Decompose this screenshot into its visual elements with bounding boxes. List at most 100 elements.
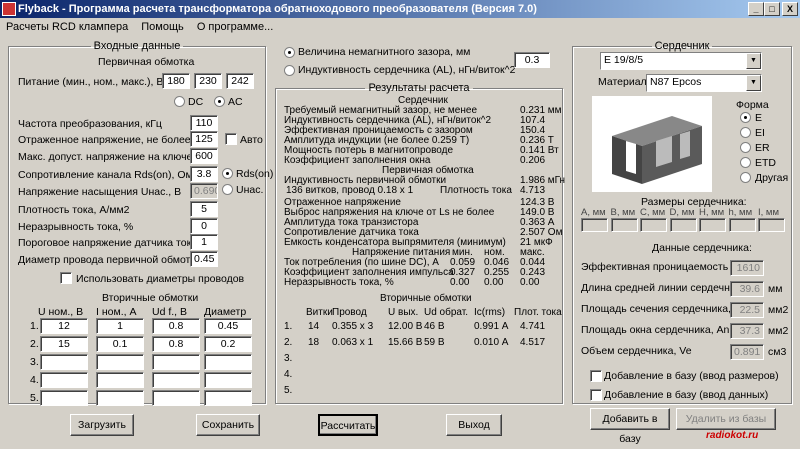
menu-about[interactable]: О программе... bbox=[197, 21, 273, 33]
disc-input[interactable]: 0 bbox=[190, 218, 218, 234]
dc-radio[interactable] bbox=[174, 96, 185, 107]
supply-min-input[interactable]: 180 bbox=[162, 73, 190, 89]
sec-ud-input[interactable]: 0.8 bbox=[152, 318, 200, 334]
sec-i-input[interactable]: 0.1 bbox=[96, 336, 144, 352]
res-supply-max: 0.00 bbox=[520, 277, 540, 288]
sec-i-input[interactable] bbox=[96, 390, 144, 406]
sense-input[interactable]: 1 bbox=[190, 234, 218, 250]
add-to-db-button[interactable]: Добавить в базу bbox=[590, 408, 670, 445]
save-file-button[interactable]: Сохранить bbox=[196, 414, 260, 436]
load-button[interactable]: Загрузить bbox=[70, 414, 134, 436]
core-data-label: Эффективная проницаемость bbox=[581, 261, 729, 273]
material-dropdown-icon[interactable]: ▼ bbox=[746, 75, 761, 91]
dim-input[interactable] bbox=[669, 218, 697, 232]
sec-u-input[interactable]: 12 bbox=[40, 318, 88, 334]
close-button[interactable]: X bbox=[782, 2, 798, 16]
dim-input[interactable] bbox=[728, 218, 756, 232]
delete-from-db-button[interactable]: Удалить из базы bbox=[676, 408, 776, 430]
vmax-input[interactable]: 600 bbox=[190, 148, 218, 164]
sec-row-number: 1. bbox=[30, 320, 39, 332]
core-type-value: E 19/8/5 bbox=[604, 54, 644, 66]
window-title: Flyback - Программа расчета трансформато… bbox=[18, 3, 537, 15]
res-sec-cell: 18 bbox=[308, 337, 320, 348]
core-type-select[interactable]: E 19/8/5 ▼ bbox=[600, 52, 762, 70]
sec-i-input[interactable] bbox=[96, 372, 144, 388]
sec-ud-input[interactable]: 0.8 bbox=[152, 336, 200, 352]
sec-ud-input[interactable] bbox=[152, 390, 200, 406]
gap-input[interactable]: 0.3 bbox=[514, 52, 550, 68]
shape-label: E bbox=[755, 112, 763, 124]
sec-u-input[interactable] bbox=[40, 390, 88, 406]
core-data-unit: см3 bbox=[768, 346, 787, 358]
sec-d-input[interactable] bbox=[204, 390, 252, 406]
sec-row-number: 4. bbox=[30, 374, 39, 386]
auto-checkbox[interactable] bbox=[225, 133, 237, 145]
add-data-checkbox[interactable] bbox=[590, 389, 602, 401]
dim-input[interactable] bbox=[610, 218, 638, 232]
sec-i-input[interactable]: 1 bbox=[96, 318, 144, 334]
usat-radio[interactable] bbox=[222, 184, 233, 195]
dim-input[interactable] bbox=[699, 218, 726, 232]
add-sizes-checkbox[interactable] bbox=[590, 370, 602, 382]
sec-u-input[interactable] bbox=[40, 372, 88, 388]
sec-d-input[interactable] bbox=[204, 354, 252, 370]
res-prim-row1-label: Плотность тока bbox=[440, 185, 512, 196]
rds-label: Сопротивление канала Rds(on), Ом bbox=[18, 169, 193, 181]
shape-radio[interactable] bbox=[740, 127, 751, 138]
rds-option-label: Rds(on) bbox=[236, 168, 274, 180]
res-sec-cell: 4.741 bbox=[520, 321, 546, 332]
dc-label: DC bbox=[188, 96, 204, 108]
core-type-dropdown-icon[interactable]: ▼ bbox=[746, 53, 761, 69]
supply-max-input[interactable]: 242 bbox=[226, 73, 254, 89]
res-sec-cell: 14 bbox=[308, 321, 320, 332]
add-data-label: Добавление в базу (ввод данных) bbox=[604, 389, 769, 401]
core-legend: Сердечник bbox=[654, 40, 710, 52]
sec-d-input[interactable] bbox=[204, 372, 252, 388]
exit-button[interactable]: Выход bbox=[446, 414, 502, 436]
refl-label: Отраженное напряжение, не более, В bbox=[18, 134, 204, 146]
dim-input[interactable] bbox=[581, 218, 608, 232]
sec-ud-input[interactable] bbox=[152, 354, 200, 370]
sec-ud-input[interactable] bbox=[152, 372, 200, 388]
res-sec-cell: 5. bbox=[284, 385, 293, 396]
minimize-button[interactable]: _ bbox=[748, 2, 764, 16]
calculate-button[interactable]: Рассчитать bbox=[318, 414, 378, 436]
shape-radio[interactable] bbox=[740, 142, 751, 153]
rds-input[interactable]: 3.8 bbox=[190, 166, 218, 182]
ac-label: AC bbox=[228, 96, 243, 108]
sec-d-input[interactable]: 0.45 bbox=[204, 318, 252, 334]
res-sec-header: Плот. тока bbox=[514, 307, 562, 318]
dim-label: I, мм bbox=[758, 207, 779, 218]
menu-help[interactable]: Помощь bbox=[141, 21, 184, 33]
ac-radio[interactable] bbox=[214, 96, 225, 107]
watermark: radiokot.ru bbox=[706, 430, 759, 441]
dim-input[interactable] bbox=[640, 218, 667, 232]
jdens-input[interactable]: 5 bbox=[190, 201, 218, 217]
sec-d-input[interactable]: 0.2 bbox=[204, 336, 252, 352]
sec-i-input[interactable] bbox=[96, 354, 144, 370]
rds-radio[interactable] bbox=[222, 168, 233, 179]
material-select[interactable]: N87 Epcos ▼ bbox=[646, 74, 762, 92]
shape-radio[interactable] bbox=[740, 112, 751, 123]
material-label: Материал: bbox=[598, 76, 650, 88]
wire-input[interactable]: 0.45 bbox=[190, 251, 218, 267]
supply-nom-input[interactable]: 230 bbox=[194, 73, 222, 89]
e-core-icon bbox=[612, 116, 702, 184]
shape-label: ETD bbox=[755, 157, 776, 169]
shape-radio[interactable] bbox=[740, 172, 751, 183]
usat-input[interactable]: 0.690 bbox=[190, 183, 218, 199]
refl-input[interactable]: 125 bbox=[190, 131, 218, 147]
menu-rcd[interactable]: Расчеты RCD клампера bbox=[6, 21, 128, 33]
res-sec-cell: 59 В bbox=[424, 337, 445, 348]
use-diam-checkbox[interactable] bbox=[60, 272, 72, 284]
menu-bar: Расчеты RCD клампера Помощь О программе.… bbox=[0, 18, 800, 36]
dim-input[interactable] bbox=[758, 218, 785, 232]
material-value: N87 Epcos bbox=[650, 76, 702, 88]
shape-radio[interactable] bbox=[740, 157, 751, 168]
sec-u-input[interactable] bbox=[40, 354, 88, 370]
sec-u-input[interactable]: 15 bbox=[40, 336, 88, 352]
al-radio[interactable] bbox=[284, 65, 295, 76]
maximize-button[interactable]: □ bbox=[764, 2, 780, 16]
freq-input[interactable]: 110 bbox=[190, 115, 218, 131]
gap-radio[interactable] bbox=[284, 47, 295, 58]
